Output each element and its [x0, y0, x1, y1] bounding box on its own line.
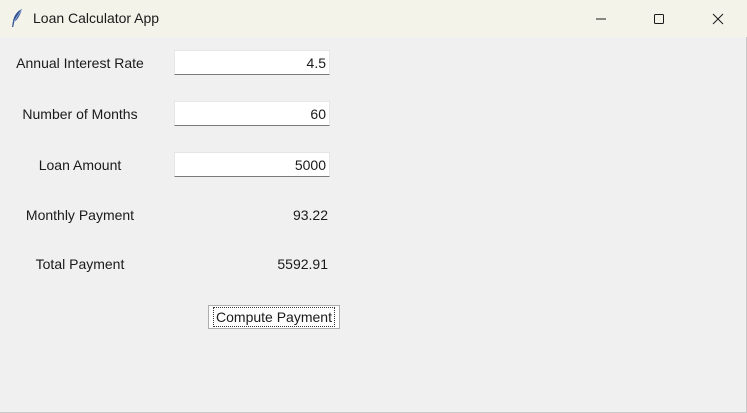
maximize-icon — [653, 13, 665, 25]
close-button[interactable] — [689, 0, 747, 37]
maximize-button[interactable] — [630, 0, 688, 37]
monthly-payment-label: Monthly Payment — [25, 207, 135, 223]
compute-payment-label: Compute Payment — [213, 307, 335, 327]
close-icon — [712, 13, 724, 25]
app-window: Loan Calculator App Annual Interest Rate… — [0, 0, 747, 413]
loan-amount-label: Loan Amount — [38, 157, 122, 173]
total-payment-value: 5592.91 — [277, 256, 328, 272]
months-input[interactable] — [174, 101, 330, 126]
monthly-payment-value: 93.22 — [292, 207, 328, 223]
interest-rate-label: Annual Interest Rate — [16, 55, 144, 71]
minimize-button[interactable] — [572, 0, 630, 37]
title-bar[interactable]: Loan Calculator App — [0, 0, 747, 37]
feather-icon — [10, 8, 24, 28]
minimize-icon — [595, 13, 607, 25]
interest-rate-input[interactable] — [174, 50, 330, 75]
compute-payment-button[interactable]: Compute Payment — [208, 305, 340, 329]
months-label: Number of Months — [22, 106, 138, 122]
loan-amount-input[interactable] — [174, 152, 330, 177]
total-payment-label: Total Payment — [35, 256, 125, 272]
window-title: Loan Calculator App — [33, 10, 160, 26]
